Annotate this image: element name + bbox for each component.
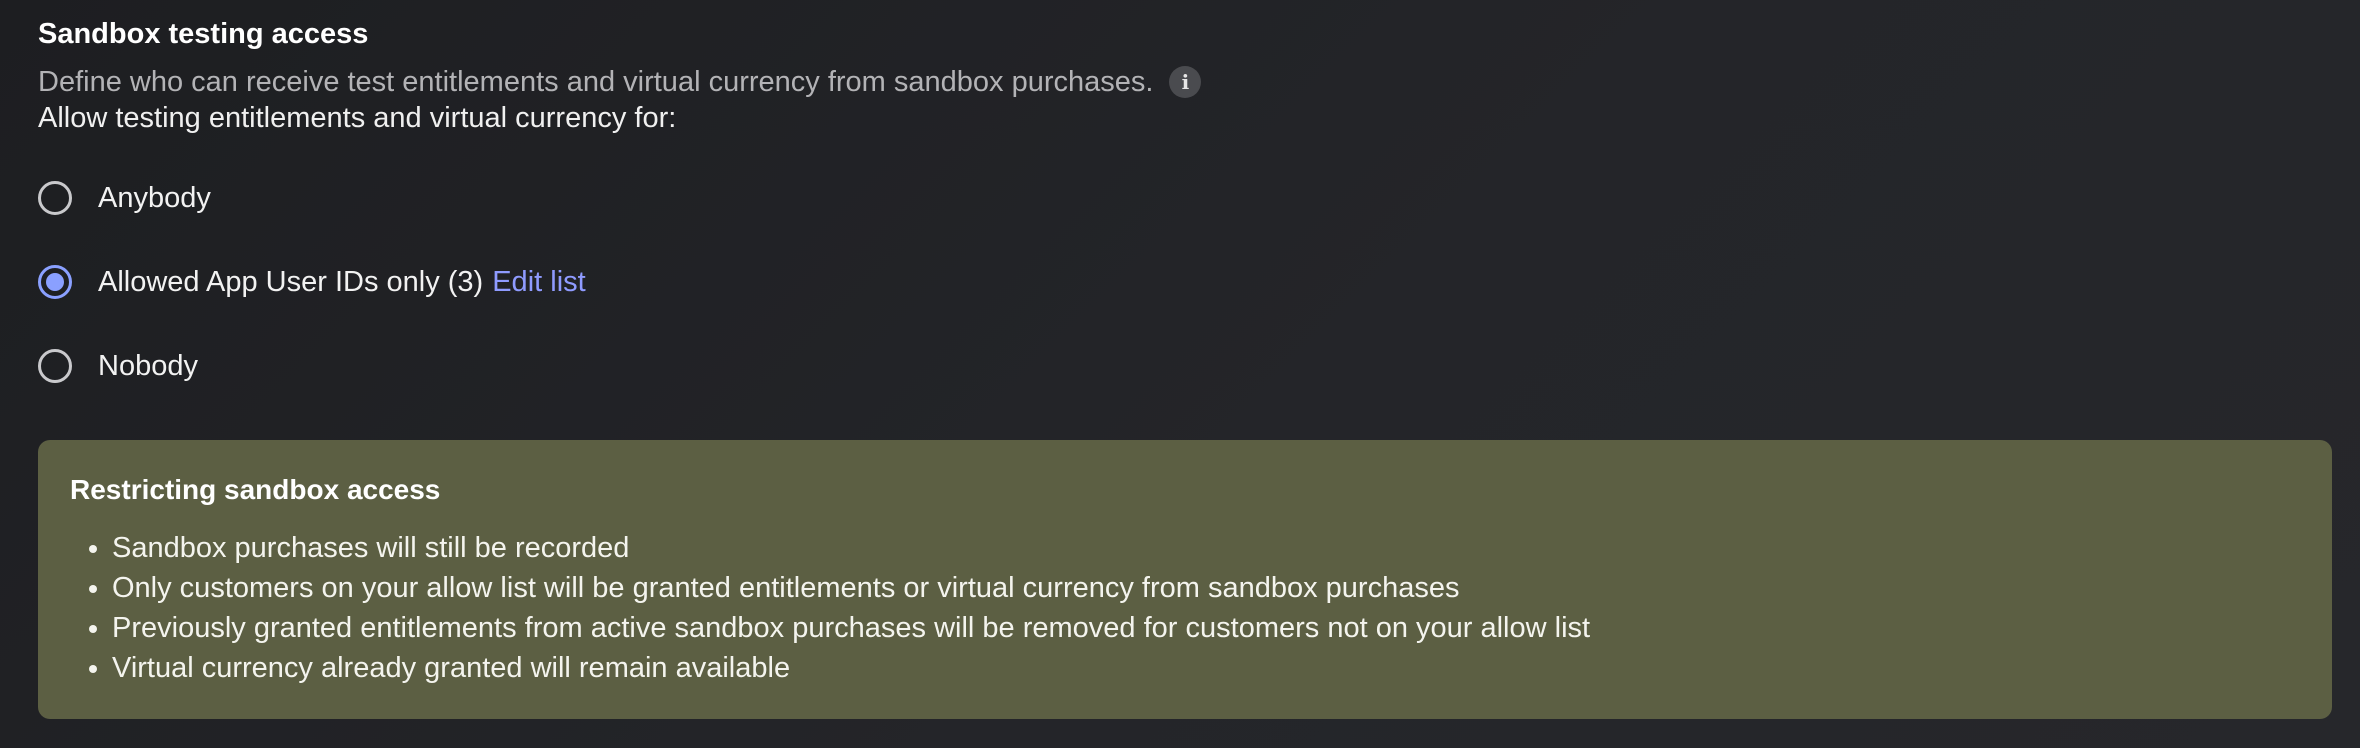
notice-title: Restricting sandbox access [70,474,441,505]
notice-item: Only customers on your allow list will b… [112,568,2300,608]
notice-list: Sandbox purchases will still be recorded… [70,528,2300,688]
edit-list-link[interactable]: Edit list [492,266,585,299]
allow-label: Allow testing entitlements and virtual c… [38,102,677,134]
radio-option-nobody[interactable]: Nobody [38,344,198,388]
description-row: Define who can receive test entitlements… [38,62,1202,102]
section-description: Define who can receive test entitlements… [38,65,1154,98]
radio-button-anybody[interactable] [38,181,72,215]
info-icon[interactable]: i [1169,66,1202,98]
radio-label-nobody[interactable]: Nobody [98,350,198,383]
radio-selected-dot [46,273,64,291]
notice-item: Previously granted entitlements from act… [112,608,2300,648]
radio-label-anybody[interactable]: Anybody [98,182,211,215]
radio-label-allowed-ids[interactable]: Allowed App User IDs only (3) [98,266,483,299]
section-title: Sandbox testing access [38,18,369,50]
radio-button-nobody[interactable] [38,349,72,383]
notice-item: Sandbox purchases will still be recorded [112,528,2300,568]
radio-option-allowed-ids[interactable]: Allowed App User IDs only (3) Edit list [38,260,586,304]
radio-button-allowed-ids[interactable] [38,265,72,299]
radio-option-anybody[interactable]: Anybody [38,176,211,220]
notice-item: Virtual currency already granted will re… [112,648,2300,688]
restricting-access-notice: Restricting sandbox access Sandbox purch… [38,440,2332,719]
